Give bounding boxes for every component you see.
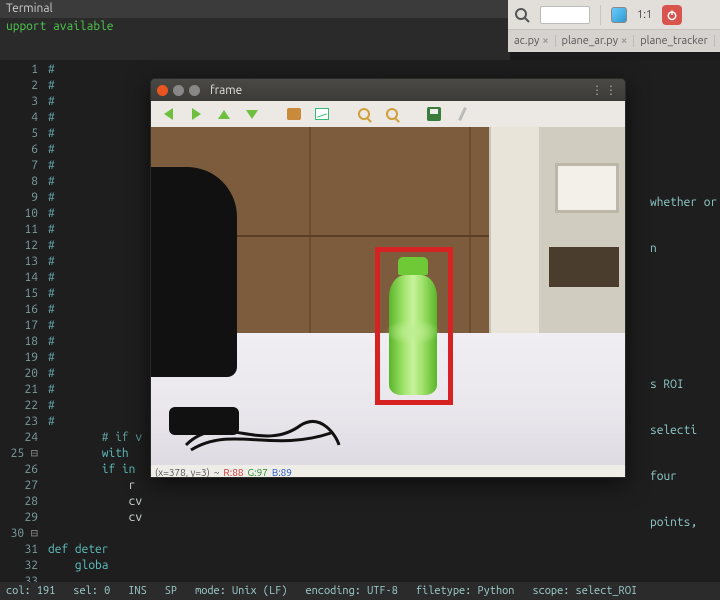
status-encoding: encoding: UTF-8	[305, 582, 397, 600]
scene-whiteboard	[555, 163, 619, 213]
status-scope: scope: select_ROI	[532, 582, 637, 600]
status-mode: mode: Unix (LF)	[195, 582, 287, 600]
tab-plane-tracker[interactable]: plane_tracker	[634, 35, 715, 47]
system-tray: 1:1	[508, 0, 720, 30]
close-icon[interactable]: ×	[621, 35, 627, 47]
readout-xy: (x=378, y=3)	[155, 467, 210, 478]
code-line: r	[48, 479, 135, 492]
window-close-icon[interactable]	[157, 85, 168, 96]
readout-r: R:88	[223, 467, 243, 478]
tab-label: plane_ar.py	[562, 35, 619, 47]
nav-back-icon[interactable]	[159, 105, 177, 123]
search-icon[interactable]	[514, 7, 530, 23]
clipped-text: whether or n s ROI selecti four points,	[650, 180, 720, 546]
nav-up-icon[interactable]	[215, 105, 233, 123]
window-minimize-icon[interactable]	[173, 85, 184, 96]
tab-label: plane_tracker	[640, 35, 708, 47]
terminal-titlebar: Terminal	[0, 0, 510, 18]
close-icon[interactable]: ×	[542, 35, 548, 47]
save-icon[interactable]	[425, 105, 443, 123]
plot-icon[interactable]	[313, 105, 331, 123]
code-line: globa	[48, 559, 108, 572]
tab-plane-ar[interactable]: plane_ar.py×	[556, 35, 635, 47]
clipped-line: whether or n	[650, 180, 720, 272]
code-line: cv	[48, 511, 142, 524]
zoom-label: 1:1	[637, 9, 652, 21]
tab-label: ac.py	[514, 35, 539, 47]
tab-ac-py[interactable]: ac.py×	[508, 35, 556, 47]
brush-icon[interactable]	[453, 105, 471, 123]
zoom-out-icon[interactable]	[383, 105, 401, 123]
editor-statusbar: col: 191 sel: 0 INS SP mode: Unix (LF) e…	[0, 582, 720, 600]
image-toolbar	[151, 101, 625, 127]
readout-b: B:89	[272, 467, 292, 478]
terminal-body: upport available	[0, 18, 510, 60]
scene-corkboard	[549, 247, 619, 287]
code-line: with	[48, 447, 129, 460]
scene-door	[489, 127, 539, 347]
window-title: frame	[210, 84, 242, 97]
roi-bounding-box[interactable]	[375, 247, 453, 405]
code-line: def deter	[48, 543, 108, 556]
pixel-readout: (x=378, y=3) ~ R:88 G:97 B:89	[151, 465, 625, 478]
scene-person	[151, 167, 237, 377]
readout-g: G:97	[248, 467, 268, 478]
readout-tilde: ~	[214, 467, 220, 478]
code-line: cv	[48, 495, 142, 508]
status-ins: INS	[128, 582, 146, 600]
scene-right-wall	[539, 127, 625, 347]
status-filetype: filetype: Python	[416, 582, 515, 600]
status-sp: SP	[165, 582, 177, 600]
opencv-window[interactable]: frame ⋮⋮ (x=378, y=3)	[150, 78, 626, 478]
nav-forward-icon[interactable]	[187, 105, 205, 123]
terminal-line: upport available	[6, 20, 114, 33]
status-sel: sel: 0	[73, 582, 110, 600]
color-swatch-icon[interactable]	[611, 7, 627, 23]
clipped-line: four points,	[650, 454, 720, 546]
search-input[interactable]	[540, 6, 590, 24]
scene-cables	[181, 405, 341, 455]
camera-view[interactable]	[151, 127, 625, 465]
nav-down-icon[interactable]	[243, 105, 261, 123]
code-line: if in	[48, 463, 135, 476]
home-icon[interactable]	[285, 105, 303, 123]
line-number-gutter: 1 2 3 4 5 6 7 8 9 10 11 12 13 14 15 16 1…	[0, 60, 44, 582]
window-titlebar[interactable]: frame ⋮⋮	[151, 79, 625, 101]
tray-separator	[600, 5, 601, 25]
power-icon[interactable]	[662, 5, 682, 25]
clipped-line: s ROI selecti	[650, 362, 720, 454]
window-maximize-icon[interactable]	[189, 85, 200, 96]
zoom-in-icon[interactable]	[355, 105, 373, 123]
window-grip-icon[interactable]: ⋮⋮	[591, 83, 619, 97]
status-col: col: 191	[6, 582, 55, 600]
code-line: # if v	[48, 431, 142, 444]
editor-tabstrip: ac.py× plane_ar.py× plane_tracker	[508, 30, 720, 52]
